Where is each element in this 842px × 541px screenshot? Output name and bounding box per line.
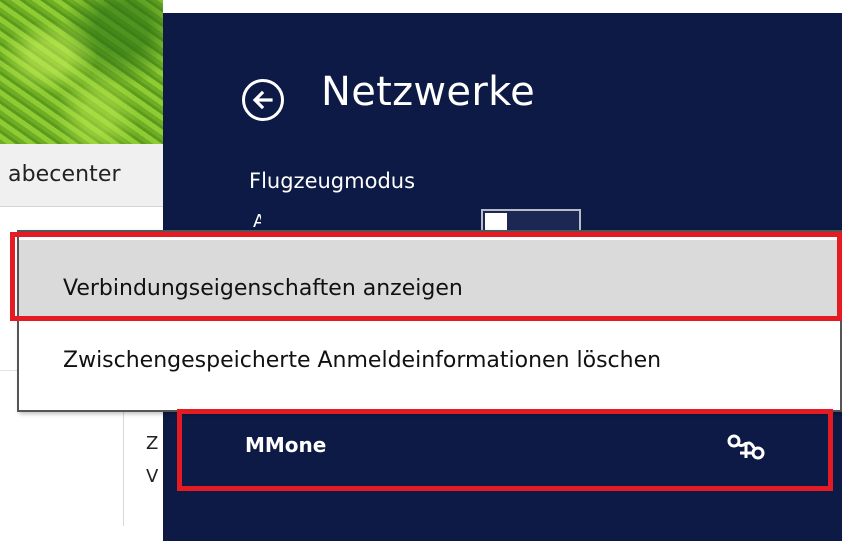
- context-menu: Verbindungseigenschaften anzeigen Zwisch…: [17, 230, 842, 412]
- network-name: MMone: [245, 433, 327, 457]
- airplane-mode-state-text: A: [253, 211, 261, 231]
- menu-item-view-connection-properties[interactable]: Verbindungseigenschaften anzeigen: [19, 240, 840, 320]
- network-item-mmone[interactable]: MMone: [181, 406, 831, 490]
- row-text-fragment: V: [146, 466, 159, 487]
- back-button[interactable]: [242, 79, 284, 121]
- back-arrow-icon: [252, 90, 273, 110]
- tab-freigabecenter[interactable]: abecenter: [8, 162, 121, 187]
- menu-item-label: Verbindungseigenschaften anzeigen: [63, 276, 463, 301]
- screenshot-stage: abecenter Z V Netzwerke Flugzeugmodus A …: [0, 0, 842, 541]
- row-text-fragment: Z: [146, 433, 159, 454]
- menu-item-label: Zwischengespeicherte Anmeldeinformatione…: [63, 348, 662, 373]
- leaf-wallpaper-image: [0, 0, 163, 144]
- network-connection-icon: [727, 434, 765, 460]
- page-title: Netzwerke: [321, 69, 536, 115]
- menu-item-clear-cached-credentials[interactable]: Zwischengespeicherte Anmeldeinformatione…: [19, 320, 840, 400]
- ribbon-tabstrip: abecenter: [0, 144, 163, 207]
- airplane-mode-label: Flugzeugmodus: [249, 169, 416, 193]
